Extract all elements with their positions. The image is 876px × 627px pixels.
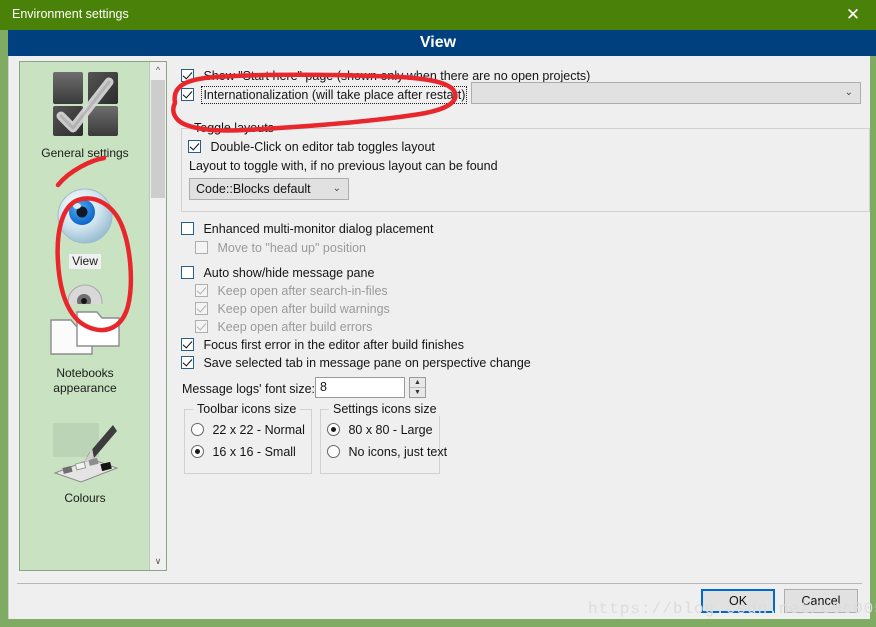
radio-label: 80 x 80 - Large	[348, 423, 433, 437]
sidebar-item-notebooks-appearance[interactable]: Notebooks appearance	[20, 304, 150, 397]
layout-combo-value: Code::Blocks default	[196, 182, 311, 196]
checkbox-box[interactable]	[181, 338, 194, 351]
sidebar-item-view[interactable]: View	[20, 162, 150, 270]
radio-settings-no-icons[interactable]: No icons, just text	[327, 443, 447, 461]
checkbox-label: Focus first error in the editor after bu…	[203, 338, 464, 352]
cancel-button-label: Cancel	[801, 594, 841, 608]
toggle-layouts-group: Toggle layouts Double-Click on editor ta…	[181, 121, 870, 212]
sidebar-scrollbar[interactable]: ^ ∨	[149, 62, 166, 570]
sidebar-item-colours[interactable]: Colours	[20, 397, 150, 507]
checkbox-box[interactable]	[181, 356, 194, 369]
dialog-body: General settings View Notebooks appearan…	[8, 56, 870, 619]
spin-up-icon[interactable]: ▲	[410, 378, 425, 387]
checkbox-box[interactable]	[188, 140, 201, 153]
radio-label: No icons, just text	[348, 445, 448, 459]
radio-circle[interactable]	[191, 445, 204, 458]
checkbox-label: Keep open after build errors	[217, 320, 373, 334]
checkbox-internationalization[interactable]: Internationalization (will take place af…	[181, 86, 468, 104]
palette-brush-icon	[53, 423, 119, 483]
checkbox-double-click-toggles[interactable]: Double-Click on editor tab toggles layou…	[188, 138, 435, 156]
checkbox-save-selected-tab[interactable]: Save selected tab in message pane on per…	[181, 354, 531, 372]
checkbox-box[interactable]	[195, 241, 208, 254]
sidebar-item-partial-bottom[interactable]	[20, 507, 150, 529]
checkbox-label: Keep open after build warnings	[217, 302, 390, 316]
ok-button[interactable]: OK	[701, 589, 775, 613]
checkbox-box[interactable]	[181, 222, 194, 235]
checkbox-enhanced-multimonitor[interactable]: Enhanced multi-monitor dialog placement	[181, 220, 433, 238]
checkbox-box[interactable]	[195, 302, 208, 315]
radio-label: 22 x 22 - Normal	[212, 423, 305, 437]
checkbox-box[interactable]	[195, 284, 208, 297]
checkbox-box[interactable]	[181, 88, 194, 101]
dialog-window: Environment settings ✕ View General sett…	[0, 0, 876, 627]
close-icon[interactable]: ✕	[830, 0, 876, 30]
checkbox-label: Move to "head up" position	[217, 241, 367, 255]
checkbox-label: Show "Start here" page (shown only when …	[203, 69, 591, 83]
radio-circle[interactable]	[191, 423, 204, 436]
toolbar-icons-size-group: Toolbar icons size 22 x 22 - Normal 16 x…	[184, 402, 312, 474]
sidebar-item-label: General settings	[41, 146, 129, 160]
font-size-stepper[interactable]: ▲ ▼	[409, 377, 426, 398]
checkbox-box[interactable]	[181, 69, 194, 82]
page-header: View	[8, 30, 876, 56]
toggle-layouts-title: Toggle layouts	[190, 121, 278, 135]
sidebar-item-label: View	[69, 254, 101, 269]
layout-toggle-hint: Layout to toggle with, if no previous la…	[189, 159, 498, 173]
toolbar-icons-size-title: Toolbar icons size	[193, 402, 301, 416]
checkbox-label: Enhanced multi-monitor dialog placement	[203, 222, 434, 236]
folders-icon	[50, 311, 120, 355]
sidebar-items: General settings View Notebooks appearan…	[20, 62, 150, 529]
radio-settings-80x80[interactable]: 80 x 80 - Large	[327, 421, 433, 439]
radio-toolbar-16x16[interactable]: 16 x 16 - Small	[191, 443, 296, 461]
checkbox-box[interactable]	[195, 320, 208, 333]
eye-small-icon	[67, 284, 103, 304]
checkbox-focus-first-error[interactable]: Focus first error in the editor after bu…	[181, 336, 464, 354]
page-title: View	[419, 34, 457, 51]
checkbox-label: Auto show/hide message pane	[203, 266, 375, 280]
checkbox-move-head-up[interactable]: Move to "head up" position	[195, 239, 366, 257]
settings-category-list[interactable]: General settings View Notebooks appearan…	[19, 61, 167, 571]
cubes-check-icon	[53, 72, 118, 136]
eye-icon	[57, 188, 113, 244]
radio-circle[interactable]	[327, 445, 340, 458]
radio-circle[interactable]	[327, 423, 340, 436]
checkbox-label: Internationalization (will take place af…	[201, 86, 468, 104]
layout-combo[interactable]: Code::Blocks default ⌄	[189, 178, 349, 200]
checkbox-keep-open-build-warnings[interactable]: Keep open after build warnings	[195, 300, 390, 318]
chevron-down-icon: ⌄	[844, 87, 853, 98]
checkbox-keep-open-search-in-files[interactable]: Keep open after search-in-files	[195, 282, 388, 300]
chevron-down-icon: ⌄	[332, 183, 341, 194]
language-combo[interactable]: ⌄	[471, 82, 861, 104]
cancel-button[interactable]: Cancel	[784, 589, 858, 613]
chevron-up-icon[interactable]: ^	[150, 62, 166, 79]
checkbox-label: Keep open after search-in-files	[217, 284, 388, 298]
font-size-label: Message logs' font size:	[182, 382, 316, 396]
sidebar-item-partial[interactable]	[20, 270, 150, 304]
checkbox-auto-show-hide-message-pane[interactable]: Auto show/hide message pane	[181, 264, 374, 282]
checkbox-keep-open-build-errors[interactable]: Keep open after build errors	[195, 318, 372, 336]
view-settings-panel: Show "Start here" page (shown only when …	[175, 58, 870, 568]
radio-toolbar-22x22[interactable]: 22 x 22 - Normal	[191, 421, 305, 439]
window-title: Environment settings	[12, 7, 129, 21]
checkbox-label: Double-Click on editor tab toggles layou…	[210, 140, 435, 154]
sidebar-item-label: Colours	[64, 491, 106, 505]
sidebar-item-label: Notebooks appearance	[53, 366, 117, 395]
settings-icons-size-title: Settings icons size	[329, 402, 441, 416]
checkbox-box[interactable]	[181, 266, 194, 279]
font-size-value: 8	[320, 380, 327, 394]
ok-button-label: OK	[728, 594, 748, 608]
font-size-input[interactable]: 8	[315, 377, 405, 398]
chevron-down-icon[interactable]: ∨	[150, 553, 166, 570]
sidebar-item-general-settings[interactable]: General settings	[20, 62, 150, 162]
checkbox-label: Save selected tab in message pane on per…	[203, 356, 531, 370]
spin-down-icon[interactable]: ▼	[410, 388, 425, 397]
settings-icons-size-group: Settings icons size 80 x 80 - Large No i…	[320, 402, 447, 474]
radio-label: 16 x 16 - Small	[212, 445, 296, 459]
scrollbar-thumb[interactable]	[151, 80, 165, 198]
partial-icon	[65, 521, 105, 529]
title-bar: Environment settings ✕	[0, 0, 876, 30]
footer-separator	[17, 583, 862, 584]
